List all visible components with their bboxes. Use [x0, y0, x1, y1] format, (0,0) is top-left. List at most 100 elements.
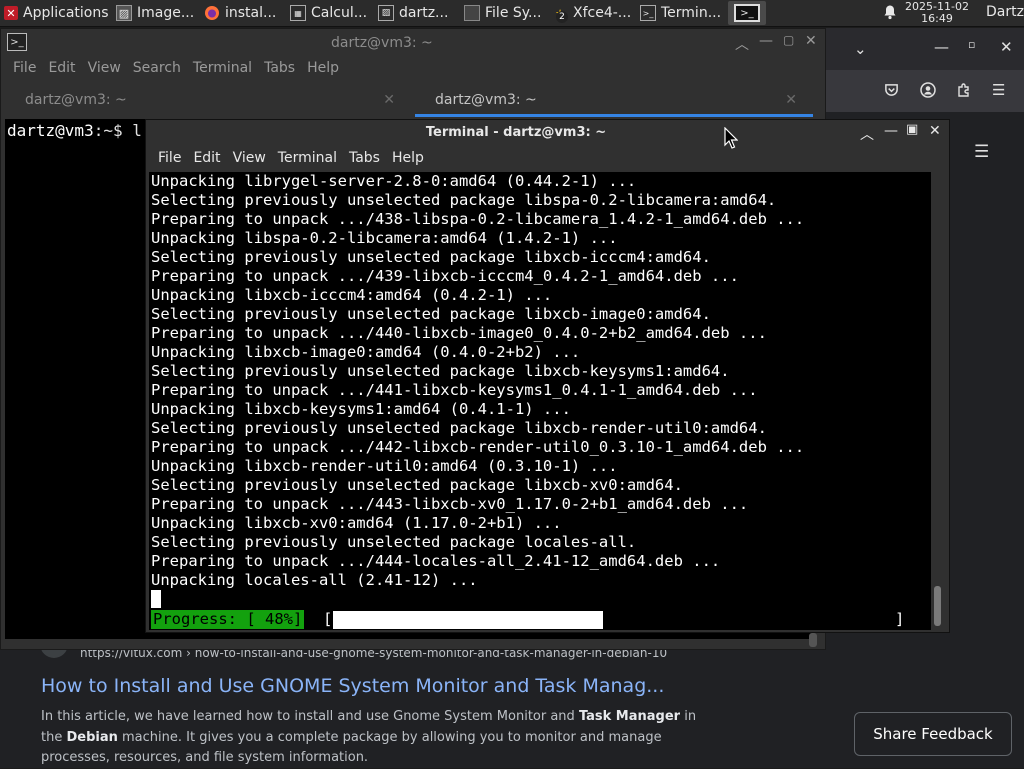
menu-tabs[interactable]: Tabs [258, 60, 301, 76]
file-manager-icon [464, 5, 480, 21]
menu-file[interactable]: File [7, 60, 42, 76]
panel-clock[interactable]: 2025-11-02 16:49 [904, 1, 970, 25]
terminal-line: Preparing to unpack .../441-libxcb-keysy… [151, 381, 758, 399]
terminal-line: Selecting previously unselected package … [151, 533, 637, 551]
terminal-line: Unpacking libxcb-icccm4:amd64 (0.4.2-1) … [151, 286, 553, 304]
scrollbar[interactable] [934, 586, 941, 626]
menu-file[interactable]: File [152, 150, 187, 166]
pocket-icon[interactable] [884, 82, 899, 101]
page-menu-icon[interactable]: ☰ [974, 142, 989, 162]
menu-bar: File Edit View Search Terminal Tabs Help [7, 60, 345, 76]
taskbar-item-image-viewer-2[interactable]: ▨ dartz... [374, 1, 456, 25]
close-icon[interactable]: ✕ [1000, 38, 1013, 56]
terminal-line: Selecting previously unselected package … [151, 248, 711, 266]
tab-1[interactable]: dartz@vm3: ~ ✕ [5, 85, 411, 117]
tab-2[interactable]: dartz@vm3: ~ ✕ [415, 85, 813, 117]
taskbar-item-label: Calcul... [311, 5, 368, 21]
menu-edit[interactable]: Edit [187, 150, 226, 166]
terminal-line: Unpacking libxcb-image0:amd64 (0.4.0-2+b… [151, 343, 581, 361]
taskbar-item-firefox[interactable]: instal... [200, 1, 284, 25]
window-title: Terminal - dartz@vm3: ~ [425, 125, 607, 140]
menu-help[interactable]: Help [386, 150, 430, 166]
minimize-icon[interactable]: — [934, 38, 949, 56]
menu-edit[interactable]: Edit [42, 60, 81, 76]
xfce-menu-icon: ✕ [4, 6, 18, 20]
applications-menu-button[interactable]: ✕ Applications ⋮ [0, 1, 110, 25]
terminal-line: Preparing to unpack .../444-locales-all_… [151, 552, 721, 570]
top-panel: ✕ Applications ⋮ ▨ Image... instal... ▦ … [0, 0, 1024, 27]
taskbar-item-calculator[interactable]: ▦ Calcul... [286, 1, 372, 25]
clock-time: 16:49 [921, 12, 953, 25]
taskbar-item-label: Termin... [661, 5, 722, 21]
result-description: In this article, we have learned how to … [41, 707, 721, 769]
terminal-line: Selecting previously unselected package … [151, 191, 777, 209]
window-shade-icon[interactable]: ︿ [735, 34, 749, 54]
maximize-icon[interactable]: ▣ [906, 122, 918, 137]
account-icon[interactable] [920, 82, 936, 102]
share-feedback-button[interactable]: Share Feedback [854, 712, 1012, 756]
minimize-icon[interactable]: — [759, 33, 773, 49]
taskbar-item-label: dartz... [399, 5, 449, 21]
mouse-pointer-icon [724, 126, 739, 153]
maximize-icon[interactable]: ▫ [968, 38, 975, 51]
menu-view[interactable]: View [227, 150, 272, 166]
extensions-icon[interactable] [956, 82, 972, 102]
minimize-icon[interactable]: — [884, 123, 898, 139]
desc-bold-text: Task Manager [578, 709, 681, 724]
terminal-line: Preparing to unpack .../439-libxcb-icccm… [151, 267, 739, 285]
terminal-line: Preparing to unpack .../438-libspa-0.2-l… [151, 210, 805, 228]
progress-bracket-close: ] [895, 610, 905, 628]
terminal-icon: >_ [640, 5, 656, 21]
maximize-icon[interactable]: ▢ [783, 33, 794, 47]
xfce-icon: ★ 2 [552, 5, 568, 23]
terminal-window-front: Terminal - dartz@vm3: ~ ︿ — ▣ ✕ File Edi… [145, 119, 950, 633]
desc-text: In this article, we have learned how to … [41, 709, 579, 724]
terminal-line: Unpacking libxcb-render-util0:amd64 (0.3… [151, 457, 618, 475]
desc-bold-text: Debian [66, 729, 118, 745]
shell-prompt: dartz@vm3:~$ l [7, 121, 142, 140]
terminal-line: Selecting previously unselected package … [151, 362, 730, 380]
app-menu-icon[interactable]: ☰ [992, 81, 1005, 99]
menu-terminal[interactable]: Terminal [272, 150, 343, 166]
browser-toolbar: ☰ [826, 70, 1024, 112]
terminal-line: Selecting previously unselected package … [151, 305, 711, 323]
menu-view[interactable]: View [82, 60, 127, 76]
image-viewer-icon: ▨ [378, 5, 394, 21]
taskbar-item-image-viewer-1[interactable]: ▨ Image... [112, 1, 198, 25]
taskbar-item-terminal-active[interactable]: >_ [728, 1, 766, 25]
terminal-output[interactable]: Unpacking librygel-server-2.8-0:amd64 (0… [149, 172, 931, 630]
firefox-icon [204, 5, 220, 21]
terminal-line: Unpacking librygel-server-2.8-0:amd64 (0… [151, 172, 637, 190]
notification-bell-icon[interactable] [882, 4, 898, 20]
tab-close-icon[interactable]: ✕ [383, 92, 395, 108]
group-count-badge: 2 [556, 11, 568, 23]
close-icon[interactable]: ✕ [805, 33, 817, 49]
terminal-line: Unpacking locales-all (2.41-12) ... [151, 571, 478, 589]
terminal-line: Unpacking libxcb-keysyms1:amd64 (0.4.1-1… [151, 400, 571, 418]
menu-help[interactable]: Help [301, 60, 345, 76]
terminal-icon: >_ [734, 4, 760, 22]
terminal-lines: Unpacking librygel-server-2.8-0:amd64 (0… [149, 172, 931, 590]
scrollbar[interactable] [809, 633, 817, 647]
taskbar-item-file-manager[interactable]: File Sy... [460, 1, 544, 25]
browser-titlebar: ⌄ — ▫ ✕ [826, 28, 1024, 70]
user-menu[interactable]: Dartz [986, 4, 1024, 20]
close-icon[interactable]: ✕ [929, 123, 941, 139]
list-all-tabs-icon[interactable]: ⌄ [854, 40, 867, 58]
terminal-line: Preparing to unpack .../442-libxcb-rende… [151, 438, 805, 456]
taskbar-item-terminal[interactable]: >_ Termin... [636, 1, 724, 25]
image-viewer-icon: ▨ [116, 5, 132, 21]
result-title-link[interactable]: How to Install and Use GNOME System Moni… [41, 675, 664, 697]
menu-terminal[interactable]: Terminal [187, 60, 258, 76]
taskbar-item-label: File Sy... [485, 5, 542, 21]
terminal-line: Unpacking libspa-0.2-libcamera:amd64 (1.… [151, 229, 618, 247]
taskbar-item-xfce4-group[interactable]: ★ 2 Xfce4-... [548, 1, 632, 25]
tab-close-icon[interactable]: ✕ [785, 92, 797, 108]
menu-tabs[interactable]: Tabs [343, 150, 386, 166]
terminal-cursor-line [149, 590, 931, 609]
taskbar-item-label: Image... [137, 5, 195, 21]
terminal-app-icon: >_ [7, 33, 27, 51]
menu-search[interactable]: Search [127, 60, 187, 76]
window-shade-icon[interactable]: ︿ [860, 124, 874, 144]
taskbar-item-label: instal... [225, 5, 277, 21]
